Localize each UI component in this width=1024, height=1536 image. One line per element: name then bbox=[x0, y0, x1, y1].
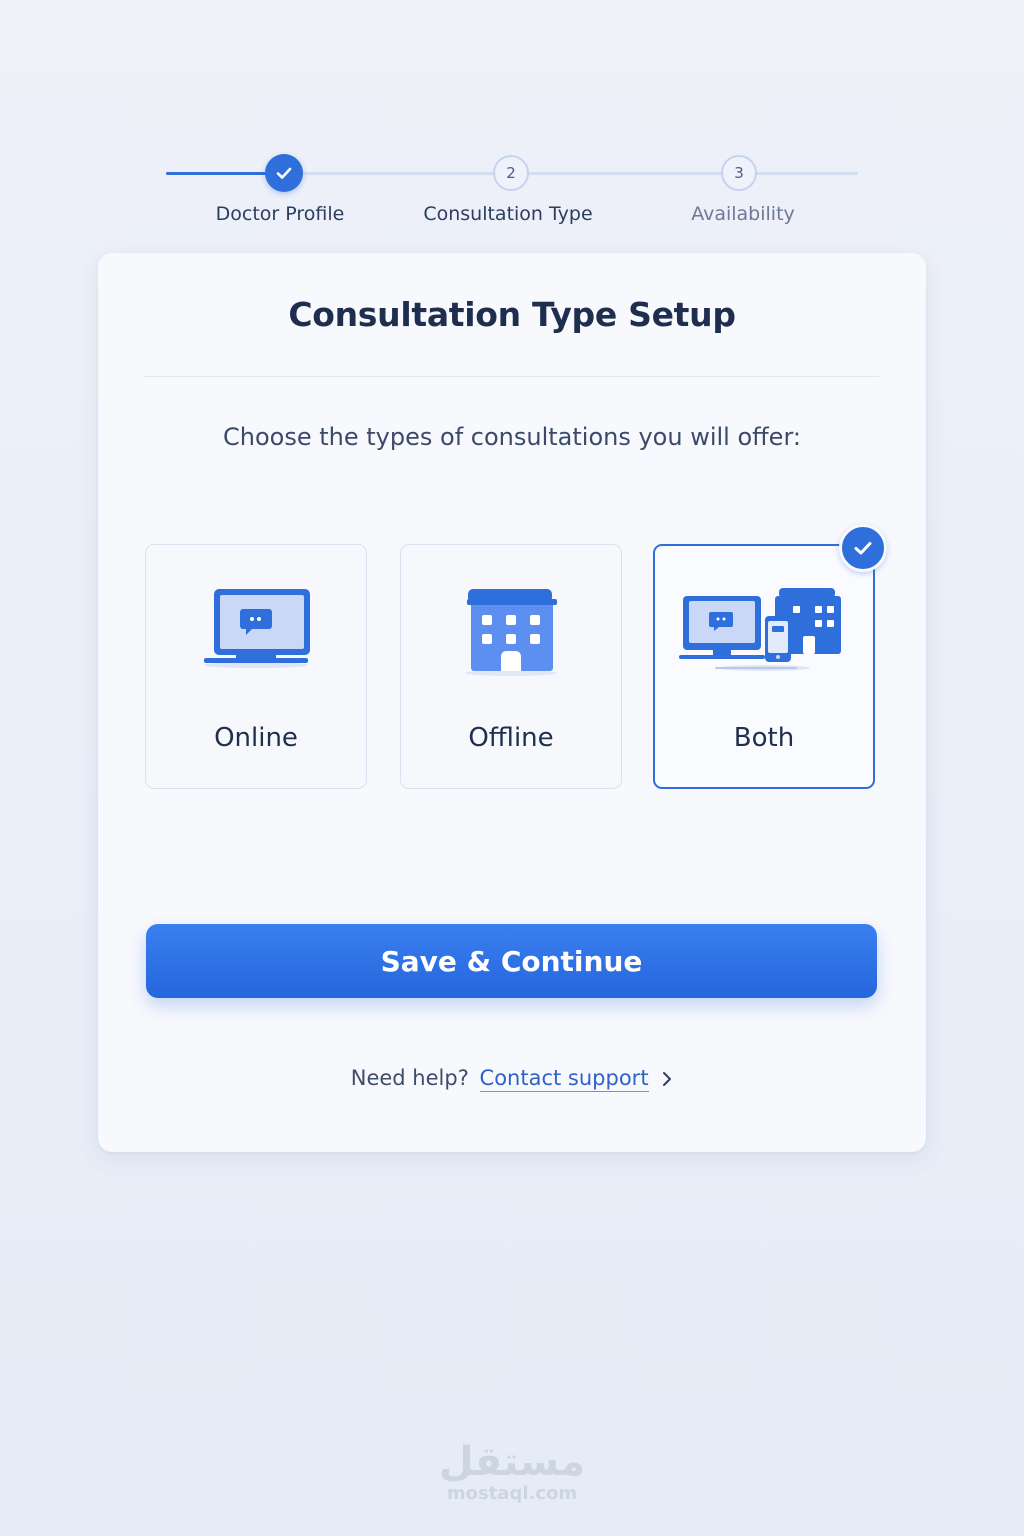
save-continue-button[interactable]: Save & Continue bbox=[146, 924, 877, 998]
step-3-indicator[interactable]: 3 bbox=[721, 155, 757, 191]
instruction-text: Choose the types of consultations you wi… bbox=[223, 423, 801, 451]
option-online-label: Online bbox=[214, 723, 298, 753]
help-text: Need help? bbox=[350, 1066, 469, 1090]
building-icon bbox=[465, 589, 557, 676]
step-2-label: Consultation Type bbox=[423, 203, 593, 225]
monitor-chat-icon bbox=[204, 589, 310, 668]
chevron-right-icon[interactable] bbox=[661, 1068, 673, 1092]
step-2-indicator[interactable]: 2 bbox=[493, 155, 529, 191]
option-offline-label: Offline bbox=[468, 723, 554, 753]
option-both-label: Both bbox=[733, 723, 795, 753]
step-3-label: Availability bbox=[691, 203, 795, 225]
step-1-complete-check-icon[interactable] bbox=[265, 154, 303, 192]
watermark-latin: mostaql.com bbox=[446, 1483, 578, 1504]
contact-support-link[interactable]: Contact support bbox=[479, 1066, 649, 1092]
selected-check-icon bbox=[839, 524, 887, 572]
help-line: Need help? Contact support bbox=[98, 1066, 926, 1092]
watermark-arabic: مستقل bbox=[438, 1439, 586, 1485]
progress-stepper: 2 3 Doctor Profile Consultation Type Ava… bbox=[0, 0, 1024, 240]
stepper-track-line bbox=[284, 172, 858, 175]
step-1-label: Doctor Profile bbox=[215, 203, 345, 225]
monitor-phone-building-icon bbox=[679, 588, 841, 671]
page-title: Consultation Type Setup bbox=[288, 295, 736, 334]
title-divider bbox=[144, 376, 879, 377]
option-both[interactable]: Both bbox=[653, 524, 887, 789]
watermark-logo: مستقل mostaql.com bbox=[0, 1440, 1024, 1504]
option-offline[interactable]: Offline bbox=[400, 544, 622, 789]
setup-card: Consultation Type Setup Choose the types… bbox=[98, 253, 926, 1152]
option-online[interactable]: Online bbox=[145, 544, 367, 789]
